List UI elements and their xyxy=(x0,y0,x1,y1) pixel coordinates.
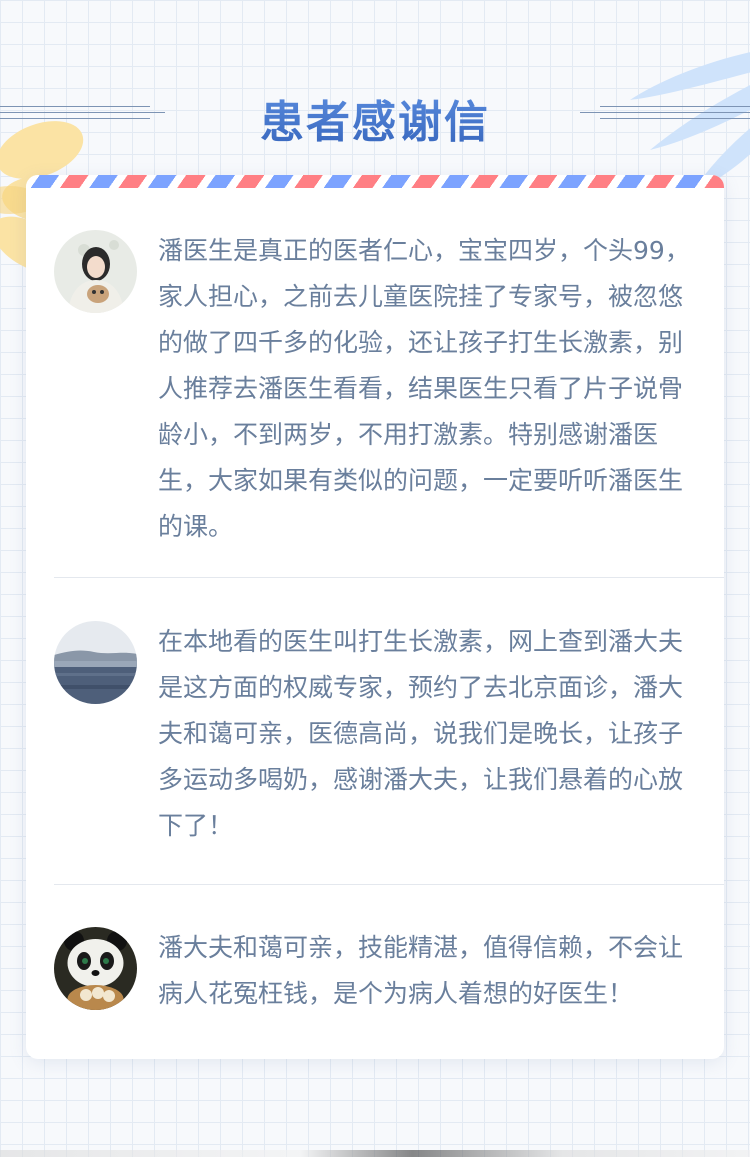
letter-card: 潘医生是真正的医者仁心，宝宝四岁，个头99，家人担心，之前去儿童医院挂了专家号，… xyxy=(26,175,724,1059)
woman-with-cat-avatar xyxy=(54,230,137,313)
review-text: 潘医生是真正的医者仁心，宝宝四岁，个头99，家人担心，之前去儿童医院挂了专家号，… xyxy=(158,236,690,541)
lake-landscape-avatar xyxy=(54,621,137,704)
bottom-image-edge xyxy=(0,1150,750,1157)
divider xyxy=(54,577,724,578)
airmail-stripe xyxy=(26,175,724,188)
header: 患者感谢信 xyxy=(0,80,750,150)
review-text: 潘大夫和蔼可亲，技能精湛，值得信赖，不会让病人花冤枉钱，是个为病人着想的好医生！ xyxy=(158,933,684,1008)
divider xyxy=(54,884,724,885)
panda-avatar xyxy=(54,927,137,1010)
review-text: 在本地看的医生叫打生长激素，网上查到潘大夫是这方面的权威专家，预约了去北京面诊，… xyxy=(158,627,684,840)
header-right-lines xyxy=(580,106,750,126)
